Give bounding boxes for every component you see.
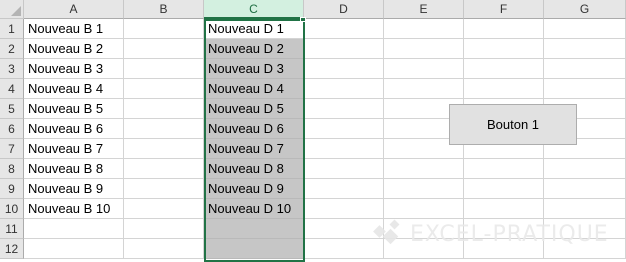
column-header-a[interactable]: A <box>24 0 124 19</box>
cell-d9[interactable] <box>304 179 384 199</box>
watermark-text: EXCEL-PRATIQUE <box>410 221 609 247</box>
cell-c3[interactable]: Nouveau D 3 <box>204 59 304 79</box>
cell-f9[interactable] <box>464 179 544 199</box>
cell-b6[interactable] <box>124 119 204 139</box>
cell-c10[interactable]: Nouveau D 10 <box>204 199 304 219</box>
cell-b9[interactable] <box>124 179 204 199</box>
row-header-5[interactable]: 5 <box>0 99 24 119</box>
row-header-9[interactable]: 9 <box>0 179 24 199</box>
cell-d4[interactable] <box>304 79 384 99</box>
cell-e8[interactable] <box>384 159 464 179</box>
row-header-1[interactable]: 1 <box>0 19 24 39</box>
select-all-corner[interactable] <box>0 0 24 19</box>
cell-b8[interactable] <box>124 159 204 179</box>
cell-a10[interactable]: Nouveau B 10 <box>24 199 124 219</box>
cell-f3[interactable] <box>464 59 544 79</box>
cell-c4[interactable]: Nouveau D 4 <box>204 79 304 99</box>
cell-e3[interactable] <box>384 59 464 79</box>
cell-e1[interactable] <box>384 19 464 39</box>
row-header-3[interactable]: 3 <box>0 59 24 79</box>
column-header-c[interactable]: C <box>204 0 304 19</box>
cell-d7[interactable] <box>304 139 384 159</box>
row-header-12[interactable]: 12 <box>0 239 24 259</box>
cell-a2[interactable]: Nouveau B 2 <box>24 39 124 59</box>
cell-g9[interactable] <box>544 179 626 199</box>
cell-g3[interactable] <box>544 59 626 79</box>
cell-b11[interactable] <box>124 219 204 239</box>
cell-f4[interactable] <box>464 79 544 99</box>
column-header-e[interactable]: E <box>384 0 464 19</box>
cell-e4[interactable] <box>384 79 464 99</box>
cell-c11[interactable] <box>204 219 304 239</box>
cell-g8[interactable] <box>544 159 626 179</box>
cell-b5[interactable] <box>124 99 204 119</box>
cell-c5[interactable]: Nouveau D 5 <box>204 99 304 119</box>
cell-f1[interactable] <box>464 19 544 39</box>
cell-d1[interactable] <box>304 19 384 39</box>
cell-e2[interactable] <box>384 39 464 59</box>
excel-pratique-logo-icon <box>373 219 400 245</box>
cell-a7[interactable]: Nouveau B 7 <box>24 139 124 159</box>
cell-a4[interactable]: Nouveau B 4 <box>24 79 124 99</box>
cell-b1[interactable] <box>124 19 204 39</box>
select-all-triangle-icon <box>11 6 21 16</box>
cell-a6[interactable]: Nouveau B 6 <box>24 119 124 139</box>
row-header-11[interactable]: 11 <box>0 219 24 239</box>
cell-a8[interactable]: Nouveau B 8 <box>24 159 124 179</box>
cell-e9[interactable] <box>384 179 464 199</box>
watermark: EXCEL-PRATIQUE <box>372 214 622 254</box>
fill-handle[interactable] <box>300 17 306 22</box>
cell-b2[interactable] <box>124 39 204 59</box>
cell-f2[interactable] <box>464 39 544 59</box>
cell-b12[interactable] <box>124 239 204 259</box>
row-header-2[interactable]: 2 <box>0 39 24 59</box>
cell-b4[interactable] <box>124 79 204 99</box>
cell-c1[interactable]: Nouveau D 1 <box>204 19 304 39</box>
column-header-d[interactable]: D <box>304 0 384 19</box>
row-header-6[interactable]: 6 <box>0 119 24 139</box>
cell-c7[interactable]: Nouveau D 7 <box>204 139 304 159</box>
cell-c6[interactable]: Nouveau D 6 <box>204 119 304 139</box>
cell-a1[interactable]: Nouveau B 1 <box>24 19 124 39</box>
cell-d5[interactable] <box>304 99 384 119</box>
cell-a9[interactable]: Nouveau B 9 <box>24 179 124 199</box>
cell-a3[interactable]: Nouveau B 3 <box>24 59 124 79</box>
row-header-7[interactable]: 7 <box>0 139 24 159</box>
cell-c2[interactable]: Nouveau D 2 <box>204 39 304 59</box>
column-header-f[interactable]: F <box>464 0 544 19</box>
cell-b7[interactable] <box>124 139 204 159</box>
cell-d2[interactable] <box>304 39 384 59</box>
cell-c9[interactable]: Nouveau D 9 <box>204 179 304 199</box>
cell-d3[interactable] <box>304 59 384 79</box>
cell-a11[interactable] <box>24 219 124 239</box>
cell-c8[interactable]: Nouveau D 8 <box>204 159 304 179</box>
cell-d6[interactable] <box>304 119 384 139</box>
cell-b3[interactable] <box>124 59 204 79</box>
row-header-4[interactable]: 4 <box>0 79 24 99</box>
cell-a5[interactable]: Nouveau B 5 <box>24 99 124 119</box>
cell-c12[interactable] <box>204 239 304 259</box>
cell-g2[interactable] <box>544 39 626 59</box>
cell-d8[interactable] <box>304 159 384 179</box>
bouton-1-button[interactable]: Bouton 1 <box>449 104 577 145</box>
row-header-10[interactable]: 10 <box>0 199 24 219</box>
cell-a12[interactable] <box>24 239 124 259</box>
column-header-g[interactable]: G <box>544 0 626 19</box>
cell-f8[interactable] <box>464 159 544 179</box>
spreadsheet-grid: A B C D E F G 1 Nouveau B 1 Nouveau D 1 2 Nouveau B… <box>0 0 626 262</box>
cell-b10[interactable] <box>124 199 204 219</box>
column-header-b[interactable]: B <box>124 0 204 19</box>
cell-g1[interactable] <box>544 19 626 39</box>
row-header-8[interactable]: 8 <box>0 159 24 179</box>
cell-g4[interactable] <box>544 79 626 99</box>
